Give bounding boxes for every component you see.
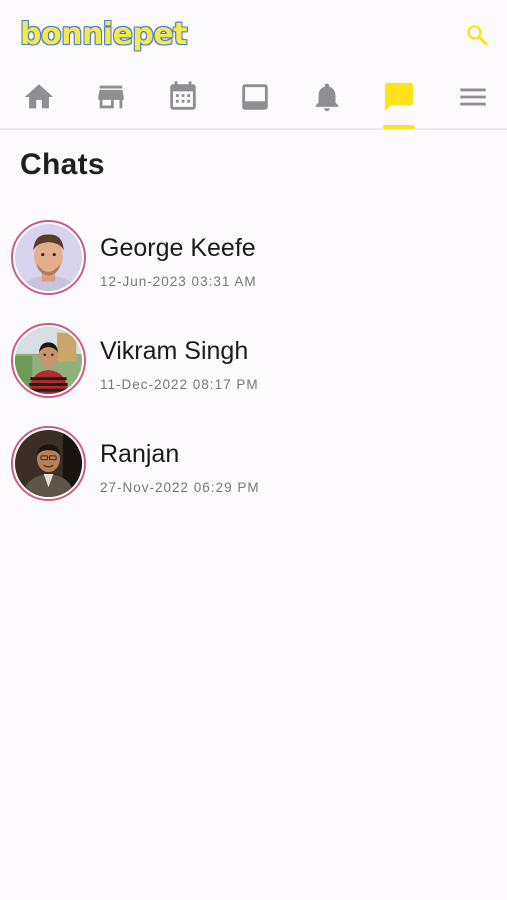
main-nav — [0, 76, 507, 130]
nav-chats[interactable] — [371, 76, 427, 129]
bell-icon — [315, 83, 339, 112]
nav-calendar[interactable] — [155, 76, 211, 128]
chat-item-george-keefe[interactable]: George Keefe 12-Jun-2023 03:31 AM — [0, 214, 507, 317]
chat-timestamp: 27-Nov-2022 06:29 PM — [100, 480, 260, 495]
search-button[interactable] — [462, 20, 492, 50]
nav-store[interactable] — [83, 76, 139, 128]
avatar — [11, 220, 86, 295]
avatar — [11, 323, 86, 398]
store-icon — [98, 85, 124, 109]
nav-menu[interactable] — [445, 76, 501, 128]
chat-item-vikram-singh[interactable]: Vikram Singh 11-Dec-2022 08:17 PM — [0, 317, 507, 420]
chat-item-ranjan[interactable]: Ranjan 27-Nov-2022 06:29 PM — [0, 420, 507, 523]
nav-home[interactable] — [11, 76, 67, 128]
chat-name: George Keefe — [100, 234, 256, 262]
chat-timestamp: 11-Dec-2022 08:17 PM — [100, 377, 259, 392]
app-logo[interactable]: bonniepet — [20, 17, 188, 52]
chat-list: George Keefe 12-Jun-2023 03:31 AM Vikram… — [0, 214, 507, 523]
avatar-george — [15, 224, 82, 291]
chat-name: Vikram Singh — [100, 337, 249, 365]
home-icon — [24, 84, 54, 109]
app-header: bonniepet — [0, 0, 507, 76]
avatar-vikram — [15, 327, 82, 394]
avatar-ranjan — [15, 430, 82, 497]
page-title: Chats — [20, 148, 105, 181]
chat-icon — [384, 82, 414, 112]
chat-timestamp: 12-Jun-2023 03:31 AM — [100, 274, 257, 289]
post-icon — [242, 84, 268, 110]
menu-icon — [460, 88, 486, 106]
nav-notifications[interactable] — [299, 76, 355, 128]
chat-name: Ranjan — [100, 440, 180, 468]
nav-posts[interactable] — [227, 76, 283, 128]
calendar-icon — [170, 81, 196, 110]
search-icon — [467, 25, 488, 46]
avatar — [11, 426, 86, 501]
active-tab-indicator — [383, 125, 415, 129]
